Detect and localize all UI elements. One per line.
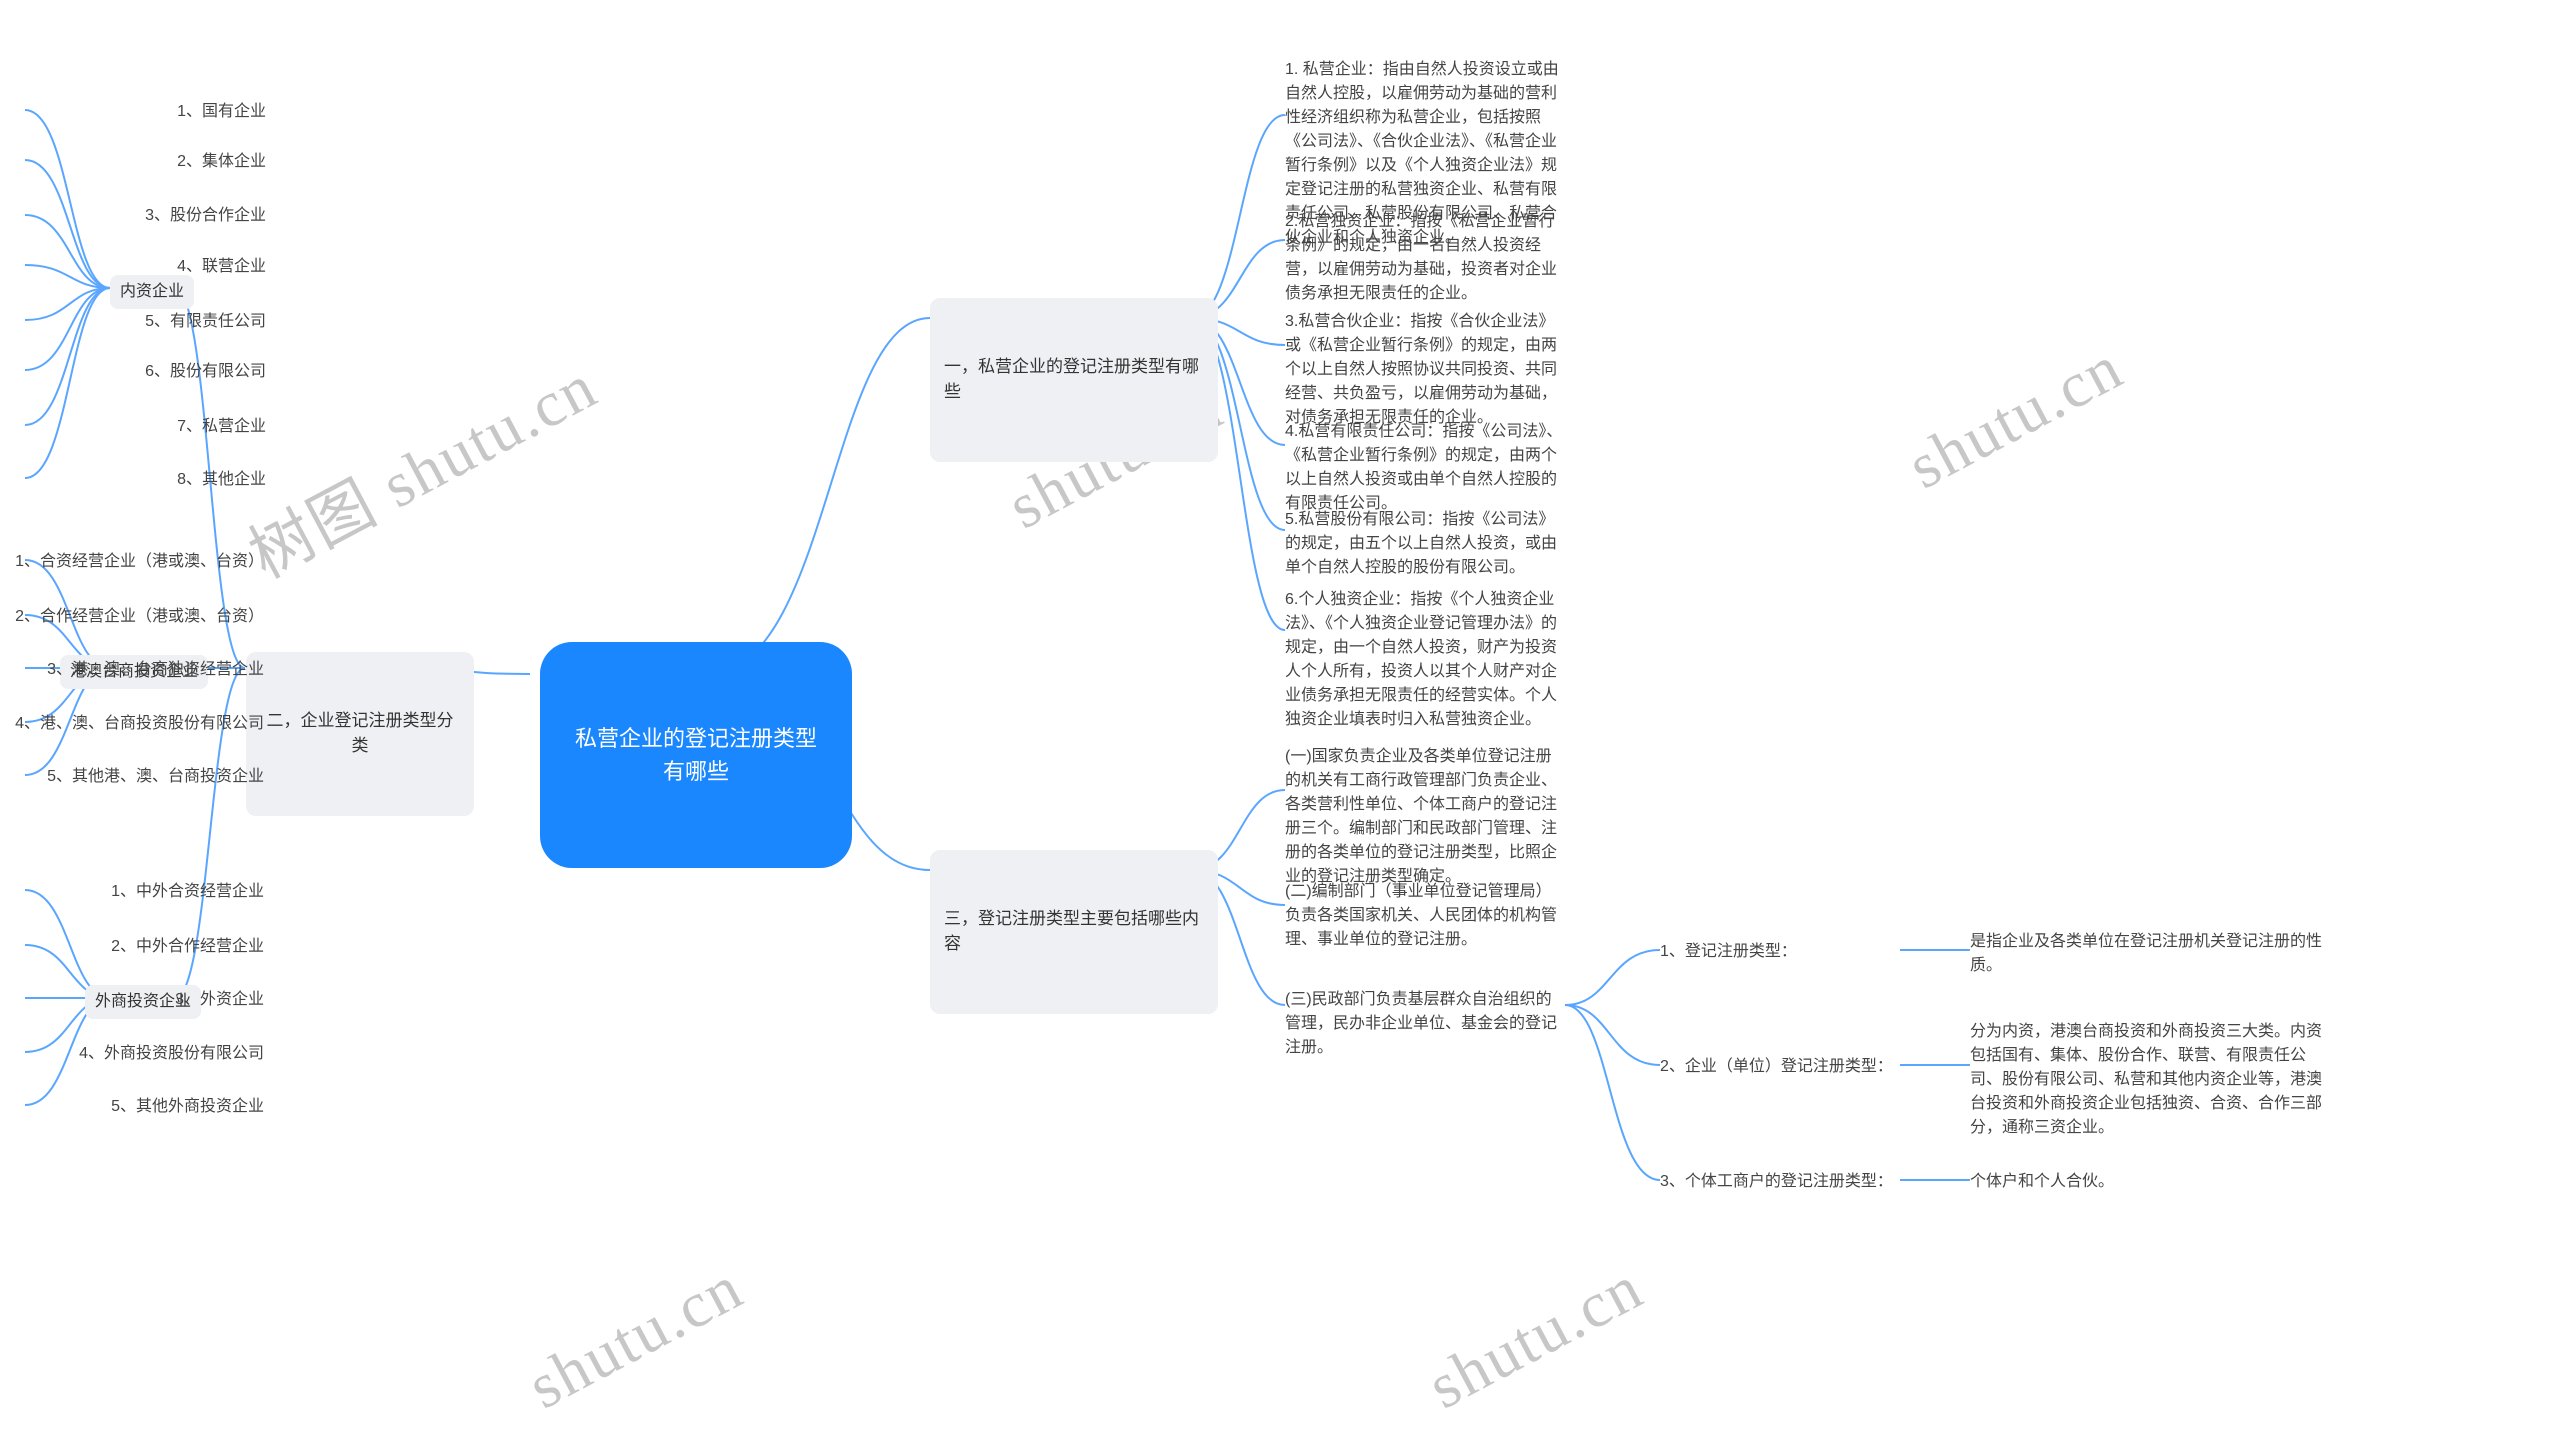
branch-2[interactable]: 二，企业登记注册类型分类 [246, 652, 474, 816]
sub-a-item-3[interactable]: 3、股份合作企业 [108, 204, 266, 228]
leaf-text: 4、外商投资股份有限公司 [79, 1045, 264, 1062]
leaf-text: 1、中外合资经营企业 [111, 883, 264, 900]
sub-b-item-2[interactable]: 2、合作经营企业（港或澳、台资） [10, 605, 264, 629]
leaf-text: 5.私营股份有限公司：指按《公司法》的规定，由五个以上自然人投资，或由单个自然人… [1285, 511, 1557, 576]
leaf-text: 2、集体企业 [177, 153, 266, 170]
branch-3[interactable]: 三，登记注册类型主要包括哪些内 容 [930, 850, 1218, 1014]
sub3-label-1[interactable]: 1、登记注册类型： [1660, 940, 1797, 964]
leaf-text: 2.私营独资企业：指按《私营企业暂行条例》的规定，由一名自然人投资经营，以雇佣劳… [1285, 213, 1557, 302]
sub-c-item-4[interactable]: 4、外商投资股份有限公司 [42, 1042, 264, 1066]
sub-b-item-5[interactable]: 5、其他港、澳、台商投资企业 [10, 765, 264, 789]
leaf-text: 2、企业（单位）登记注册类型： [1660, 1058, 1893, 1075]
mindmap-stage: .ln{fill:none;stroke:#5aa6ff;stroke-widt… [0, 0, 2560, 1434]
leaf-text: 4.私营有限责任公司：指按《公司法》、《私营企业暂行条例》的规定，由两个以上自然… [1285, 423, 1562, 512]
branch3-item-2[interactable]: (二)编制部门（事业单位登记管理局）负责各类国家机关、人民团体的机构管理、事业单… [1285, 880, 1565, 952]
leaf-text: 3、外资企业 [175, 991, 264, 1008]
branch-1-title: 一，私营企业的登记注册类型有哪 些 [944, 355, 1204, 404]
sub-c-item-5[interactable]: 5、其他外商投资企业 [70, 1095, 264, 1119]
leaf-text: 3.私营合伙企业：指按《合伙企业法》或《私营企业暂行条例》的规定，由两个以上自然… [1285, 313, 1557, 426]
leaf-text: 8、其他企业 [177, 471, 266, 488]
leaf-text: (三)民政部门负责基层群众自治组织的管理，民办非企业单位、基金会的登记注册。 [1285, 991, 1557, 1056]
leaf-text: 2、中外合作经营企业 [111, 938, 264, 955]
leaf-text: 4、港、澳、台商投资股份有限公司 [15, 715, 264, 732]
leaf-text: 5、其他外商投资企业 [111, 1098, 264, 1115]
branch-2-title: 二，企业登记注册类型分类 [260, 709, 460, 758]
branch-1[interactable]: 一，私营企业的登记注册类型有哪 些 [930, 298, 1218, 462]
watermark: 树图 shutu.cn [231, 336, 611, 596]
leaf-text: 3、个体工商户的登记注册类型： [1660, 1173, 1893, 1190]
leaf-text: 1、国有企业 [177, 103, 266, 120]
sub-c-item-1[interactable]: 1、中外合资经营企业 [70, 880, 264, 904]
leaf-text: 3、港、澳、台商独资经营企业 [47, 661, 264, 678]
leaf-text: 7、私营企业 [177, 418, 266, 435]
sub-b-item-3[interactable]: 3、港、澳、台商独资经营企业 [10, 658, 264, 682]
leaf-text: (二)编制部门（事业单位登记管理局）负责各类国家机关、人民团体的机构管理、事业单… [1285, 883, 1557, 948]
sub-a[interactable]: 内资企业 [110, 275, 194, 309]
leaf-text: 3、股份合作企业 [145, 207, 266, 224]
sub-a-item-7[interactable]: 7、私营企业 [136, 415, 266, 439]
branch1-item-5[interactable]: 5.私营股份有限公司：指按《公司法》的规定，由五个以上自然人投资，或由单个自然人… [1285, 508, 1565, 580]
leaf-text: 6、股份有限公司 [145, 363, 266, 380]
sub-label: 内资企业 [120, 283, 184, 300]
branch3-item-3[interactable]: (三)民政部门负责基层群众自治组织的管理，民办非企业单位、基金会的登记注册。 [1285, 988, 1565, 1060]
leaf-text: 1、合资经营企业（港或澳、台资） [15, 553, 264, 570]
branch1-item-2[interactable]: 2.私营独资企业：指按《私营企业暂行条例》的规定，由一名自然人投资经营，以雇佣劳… [1285, 210, 1565, 306]
branch3-item-1[interactable]: (一)国家负责企业及各类单位登记注册的机关有工商行政管理部门负责企业、各类营利性… [1285, 745, 1565, 889]
sub-b-item-1[interactable]: 1、合资经营企业（港或澳、台资） [10, 550, 264, 574]
leaf-text: 1、登记注册类型： [1660, 943, 1797, 960]
branch-3-title: 三，登记注册类型主要包括哪些内 容 [944, 907, 1204, 956]
branch1-item-3[interactable]: 3.私营合伙企业：指按《合伙企业法》或《私营企业暂行条例》的规定，由两个以上自然… [1285, 310, 1565, 430]
sub-a-item-8[interactable]: 8、其他企业 [136, 468, 266, 492]
sub3-label-3[interactable]: 3、个体工商户的登记注册类型： [1660, 1170, 1910, 1194]
leaf-text: 个体户和个人合伙。 [1970, 1173, 2114, 1190]
leaf-text: 2、合作经营企业（港或澳、台资） [15, 608, 264, 625]
branch1-item-4[interactable]: 4.私营有限责任公司：指按《公司法》、《私营企业暂行条例》的规定，由两个以上自然… [1285, 420, 1565, 516]
root-title: 私营企业的登记注册类型 有哪些 [566, 722, 826, 788]
leaf-text: 4、联营企业 [177, 258, 266, 275]
sub3-desc-2[interactable]: 分为内资，港澳台商投资和外商投资三大类。内资包括国有、集体、股份合作、联营、有限… [1970, 1020, 2330, 1140]
leaf-text: 分为内资，港澳台商投资和外商投资三大类。内资包括国有、集体、股份合作、联营、有限… [1970, 1023, 2322, 1136]
leaf-text: 5、其他港、澳、台商投资企业 [47, 768, 264, 785]
leaf-text: (一)国家负责企业及各类单位登记注册的机关有工商行政管理部门负责企业、各类营利性… [1285, 748, 1557, 885]
watermark: shutu.cn [1896, 330, 2135, 504]
sub-a-item-2[interactable]: 2、集体企业 [136, 150, 266, 174]
sub3-label-2[interactable]: 2、企业（单位）登记注册类型： [1660, 1055, 1910, 1079]
watermark: shutu.cn [516, 1250, 755, 1424]
sub-a-item-1[interactable]: 1、国有企业 [136, 100, 266, 124]
sub-c-item-2[interactable]: 2、中外合作经营企业 [70, 935, 264, 959]
root-node[interactable]: 私营企业的登记注册类型 有哪些 [540, 642, 852, 868]
sub-a-item-6[interactable]: 6、股份有限公司 [108, 360, 266, 384]
sub-c-item-3[interactable]: 3、外资企业 [136, 988, 264, 1012]
watermark: shutu.cn [1416, 1250, 1655, 1424]
sub-a-item-4[interactable]: 4、联营企业 [136, 255, 266, 279]
sub-b-item-4[interactable]: 4、港、澳、台商投资股份有限公司 [10, 712, 264, 736]
sub3-desc-3[interactable]: 个体户和个人合伙。 [1970, 1170, 2114, 1194]
sub3-desc-1[interactable]: 是指企业及各类单位在登记注册机关登记注册的性质。 [1970, 930, 2330, 978]
leaf-text: 5、有限责任公司 [145, 313, 266, 330]
sub-a-item-5[interactable]: 5、有限责任公司 [108, 310, 266, 334]
leaf-text: 是指企业及各类单位在登记注册机关登记注册的性质。 [1970, 933, 2322, 974]
branch1-item-6[interactable]: 6.个人独资企业：指按《个人独资企业法》、《个人独资企业登记管理办法》的规定，由… [1285, 588, 1565, 732]
leaf-text: 6.个人独资企业：指按《个人独资企业法》、《个人独资企业登记管理办法》的规定，由… [1285, 591, 1557, 728]
